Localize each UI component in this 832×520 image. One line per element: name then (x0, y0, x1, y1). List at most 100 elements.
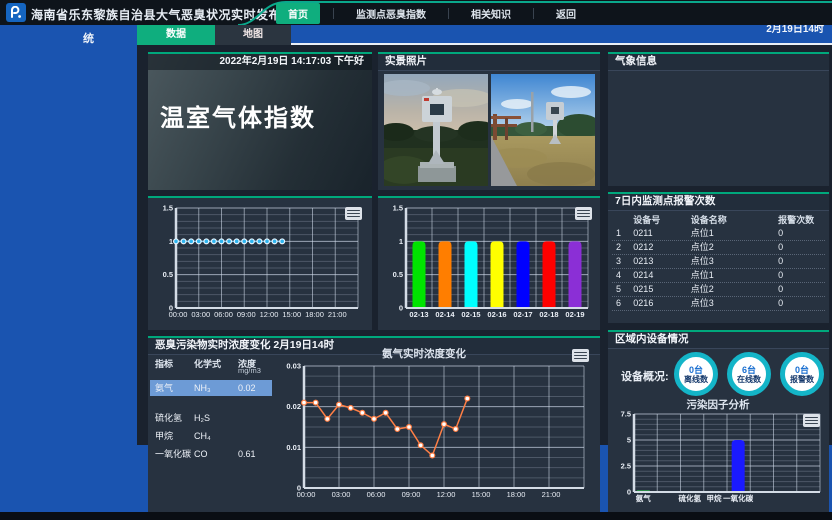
greenhouse-line-chart: 00.511.500:0003:0006:0009:0012:0015:0018… (152, 202, 366, 324)
svg-text:硫化氢: 硫化氢 (679, 493, 702, 503)
photo-row (384, 74, 595, 186)
odor-table: 指标 化学式 浓度 mg/m3 氨气NH₃0.02硫化氢H₂S甲烷CH₄一氧化碳… (150, 354, 272, 512)
greenhouse-index-title: 温室气体指数 (160, 98, 316, 133)
tab-data[interactable]: 数据 (137, 25, 215, 45)
svg-text:02-17: 02-17 (513, 310, 532, 319)
svg-text:06:00: 06:00 (214, 310, 233, 319)
table-row: 20212点位20 (612, 241, 825, 255)
svg-text:0.01: 0.01 (286, 443, 301, 452)
tab-map[interactable]: 地图 (215, 25, 291, 45)
nh3-line-chart: 00.010.020.0300:0003:0006:0009:0012:0015… (274, 360, 596, 506)
svg-text:1: 1 (169, 237, 173, 246)
nav-separator (333, 8, 334, 19)
app-title: 海南省乐东黎族自治县大气恶臭状况实时发布系 (31, 6, 294, 23)
svg-text:氨气: 氨气 (636, 493, 651, 503)
dashboard: 海南省乐东黎族自治县大气恶臭状况实时发布系 首页监测点恶臭指数相关知识返回 统 … (0, 0, 832, 520)
odor-row-1[interactable]: 氨气NH₃0.02 (150, 380, 272, 396)
svg-text:21:00: 21:00 (328, 310, 347, 319)
svg-text:1.5: 1.5 (393, 204, 403, 213)
svg-text:06:00: 06:00 (367, 490, 386, 499)
svg-text:02-16: 02-16 (487, 310, 506, 319)
svg-text:0.02: 0.02 (286, 402, 301, 411)
svg-text:2.5: 2.5 (621, 462, 631, 471)
panel-title: 气象信息 (608, 54, 829, 71)
tabbar-underline (291, 43, 832, 45)
svg-text:12:00: 12:00 (260, 310, 279, 319)
svg-text:一氧化碳: 一氧化碳 (723, 493, 753, 503)
chart-menu-icon[interactable] (345, 207, 362, 220)
svg-text:18:00: 18:00 (305, 310, 324, 319)
nav-item-1[interactable]: 首页 (276, 3, 320, 24)
panel-greenhouse-index: 2022年2月19日 14:17:03 下午好 温室气体指数 (148, 52, 372, 190)
device-overview-label: 设备概况: (621, 368, 669, 384)
svg-text:0.03: 0.03 (286, 362, 301, 371)
chart-menu-icon[interactable] (803, 414, 820, 427)
nav-item-4[interactable]: 返回 (547, 3, 585, 24)
svg-text:0.5: 0.5 (163, 270, 173, 279)
svg-text:1: 1 (399, 237, 403, 246)
nav-separator (448, 8, 449, 19)
chart-menu-icon[interactable] (575, 207, 592, 220)
svg-text:15:00: 15:00 (472, 490, 491, 499)
svg-text:12:00: 12:00 (437, 490, 456, 499)
svg-text:02-19: 02-19 (565, 310, 584, 319)
odor-row-4[interactable]: 一氧化碳CO0.61 (150, 446, 272, 462)
svg-text:00:00: 00:00 (169, 310, 188, 319)
alarm-table: 设备号 设备名称 报警次数 10211点位1020212点位2030213点位3… (612, 214, 825, 311)
stat-circle-1: 0台离线数 (674, 352, 718, 396)
svg-text:5: 5 (627, 436, 631, 445)
bottom-strip (0, 512, 832, 520)
panel-title: 7日内监测点报警次数 (608, 194, 829, 211)
svg-text:21:00: 21:00 (542, 490, 561, 499)
site-photo-field (491, 74, 595, 186)
panel-alarm-counts: 7日内监测点报警次数 设备号 设备名称 报警次数 10211点位1020212点… (608, 192, 829, 323)
table-row: 50215点位20 (612, 283, 825, 297)
daily-index-bar-chart: 00.511.502-1302-1402-1502-1602-1702-1802… (382, 202, 596, 324)
odor-row-2[interactable]: 硫化氢H₂S (150, 410, 272, 426)
stat-circle-3: 0台报警数 (780, 352, 824, 396)
nav-item-2[interactable]: 监测点恶臭指数 (347, 3, 435, 24)
header-bar: 海南省乐东黎族自治县大气恶臭状况实时发布系 首页 监测点恶臭指数 相关知识 返回 (0, 0, 832, 25)
panel-title: 实景照片 (378, 54, 600, 71)
alarm-table-body: 10211点位1020212点位2030213点位3040214点位105021… (612, 227, 825, 311)
svg-text:03:00: 03:00 (191, 310, 210, 319)
svg-text:02-15: 02-15 (461, 310, 480, 319)
nh3-chart-title: 氨气实时浓度变化 (274, 346, 574, 361)
table-row: 40214点位10 (612, 269, 825, 283)
svg-text:00:00: 00:00 (297, 490, 316, 499)
app-title-wrap: 统 (83, 30, 94, 46)
nav-separator (533, 8, 534, 19)
datetime-text: 2022年2月19日 14:17:03 下午好 (148, 54, 372, 70)
panel-title: 区域内设备情况 (608, 332, 829, 349)
table-row: 10211点位10 (612, 227, 825, 241)
odor-col-formula: 化学式 (194, 357, 221, 370)
svg-text:02-18: 02-18 (539, 310, 558, 319)
pollution-analysis-title: 污染因子分析 (610, 397, 826, 412)
svg-text:02-14: 02-14 (435, 310, 455, 319)
svg-text:15:00: 15:00 (282, 310, 301, 319)
stat-circle-2: 6台在线数 (727, 352, 771, 396)
device-stats: 0台离线数6台在线数0台报警数 (674, 352, 824, 396)
app-logo-icon (6, 3, 26, 22)
odor-unit: mg/m3 (238, 366, 261, 375)
svg-text:03:00: 03:00 (332, 490, 351, 499)
alarm-table-header: 设备号 设备名称 报警次数 (612, 214, 825, 227)
odor-row-3[interactable]: 甲烷CH₄ (150, 428, 272, 444)
pollution-factor-bar-chart: 02.557.5氨气硫化氢甲烷一氧化碳 (612, 410, 826, 508)
svg-text:0: 0 (627, 488, 631, 497)
svg-text:09:00: 09:00 (402, 490, 421, 499)
svg-text:0: 0 (399, 304, 403, 313)
svg-text:1.5: 1.5 (163, 204, 173, 213)
svg-text:0.5: 0.5 (393, 270, 403, 279)
site-photo-dusk (384, 74, 488, 186)
table-row: 30213点位30 (612, 255, 825, 269)
panel-weather: 气象信息 (608, 52, 829, 186)
odor-col-indicator: 指标 (155, 357, 173, 370)
panel-site-photos: 实景照片 (378, 52, 600, 190)
table-row: 60216点位30 (612, 297, 825, 311)
nav-item-3[interactable]: 相关知识 (462, 3, 520, 24)
svg-text:09:00: 09:00 (237, 310, 256, 319)
header-nav: 首页 监测点恶臭指数 相关知识 返回 (276, 3, 585, 23)
chart-menu-icon[interactable] (572, 349, 589, 362)
svg-text:甲烷: 甲烷 (706, 493, 721, 503)
